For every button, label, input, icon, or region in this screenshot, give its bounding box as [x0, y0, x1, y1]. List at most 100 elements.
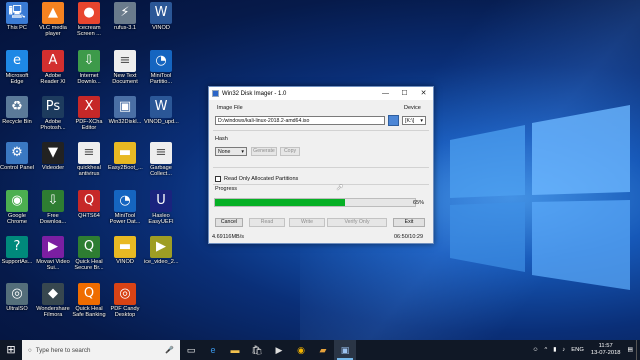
desktop-icon-label: SupportAs...: [1, 259, 33, 265]
image-file-input[interactable]: D:/windows/kali-linux-2018.2-amd64.iso: [215, 116, 385, 125]
desktop-icon[interactable]: Ps Adobe Photosh...: [36, 96, 70, 132]
minimize-icon[interactable]: —: [376, 87, 395, 100]
desktop-icon-label: Win32Diskl...: [108, 119, 142, 125]
store-icon[interactable]: 🛍: [246, 340, 268, 360]
network-icon[interactable]: ▮: [553, 347, 556, 353]
desktop-icon[interactable]: ▬ Easy2Boot_...: [108, 142, 143, 171]
maximize-icon[interactable]: ☐: [395, 87, 414, 100]
desktop-icon[interactable]: U Hasleo EasyUEFI: [144, 190, 178, 226]
desktop-icon[interactable]: 🖳 This PC: [0, 2, 34, 31]
desktop-icon[interactable]: ◎ UltraISO: [0, 283, 34, 312]
cancel-button[interactable]: Cancel: [215, 218, 243, 227]
time-status: 06:50/10:29: [394, 234, 424, 240]
desktop-icon[interactable]: ▣ Win32Diskl...: [108, 96, 142, 125]
desktop-icon-label: This PC: [7, 25, 27, 31]
desktop-icon[interactable]: ▶ Movavi Video Sui...: [36, 236, 70, 272]
ultraiso-icon: ◎: [6, 283, 28, 305]
desktop-icon[interactable]: ◉ Google Chrome: [0, 190, 34, 226]
desktop-icon-label: UltraISO: [6, 306, 28, 312]
language-indicator[interactable]: ENG: [571, 347, 584, 353]
separator: [213, 130, 429, 131]
hash-select[interactable]: None ▾: [215, 147, 247, 156]
edge-icon: e: [6, 50, 28, 72]
desktop-icon[interactable]: ? SupportAs...: [0, 236, 34, 265]
show-desktop-button[interactable]: [636, 340, 640, 360]
speed-status: 4.69116MB/s: [212, 234, 245, 240]
disk-imager-taskbar-icon[interactable]: ▣: [334, 340, 356, 360]
desktop-icon[interactable]: ⚡ rufus-3.1: [108, 2, 142, 31]
desktop-icon-label: Adobe Photosh...: [40, 119, 66, 132]
title-bar[interactable]: Win32 Disk Imager - 1.0 — ☐ ✕: [209, 87, 433, 100]
desktop-icon-label: Internet Downlo...: [77, 73, 101, 86]
media-player-icon[interactable]: ▶: [268, 340, 290, 360]
disk-imager-icon: ▣: [114, 96, 136, 118]
win32-disk-imager-window: Win32 Disk Imager - 1.0 — ☐ ✕ Image File…: [208, 86, 434, 244]
control-panel-icon: ⚙: [6, 142, 28, 164]
folder-icon: ▬: [114, 236, 136, 258]
desktop-icon-label: Videoder: [41, 165, 65, 171]
text-file-icon: ≡: [114, 50, 136, 72]
chevron-down-icon: ▾: [420, 118, 423, 124]
desktop-icon-label: Wondershare Filmora: [36, 306, 70, 319]
volume-icon[interactable]: ♪: [562, 347, 565, 353]
desktop-icon[interactable]: ≡ quickheal antivirus: [72, 142, 106, 178]
desktop-icon-label: Quick Heal Secure Br...: [74, 259, 104, 272]
desktop-icon[interactable]: ◔ MiniTool Partitio...: [144, 50, 178, 86]
device-select[interactable]: [K:\] ▾: [402, 116, 426, 125]
desktop-icon[interactable]: Q Quick Heal Safe Banking: [72, 283, 106, 319]
desktop-icon[interactable]: ⚙ Control Panel: [0, 142, 34, 171]
generate-button[interactable]: Generate: [251, 147, 277, 156]
desktop-icon[interactable]: ≡ Garbage Collect...: [144, 142, 178, 178]
desktop-icon[interactable]: Q QHTS64: [72, 190, 106, 219]
desktop-icon[interactable]: ◎ PDF Candy Desktop: [108, 283, 142, 319]
desktop-icon[interactable]: ⇩ Free Downloa...: [36, 190, 70, 226]
clock[interactable]: 11:57 13-07-2018: [591, 343, 621, 357]
document-icon: W: [150, 2, 172, 24]
notifications-icon[interactable]: ▤: [628, 347, 633, 353]
search-box[interactable]: ○ Type here to search 🎤: [22, 340, 180, 360]
app-taskbar-icon[interactable]: ▰: [312, 340, 334, 360]
microphone-icon[interactable]: 🎤: [165, 346, 174, 354]
desktop-icon[interactable]: ▬ VINOD: [108, 236, 142, 265]
desktop-icon[interactable]: ≡ New Text Document: [108, 50, 142, 86]
read-only-checkbox[interactable]: [215, 176, 221, 182]
close-icon[interactable]: ✕: [414, 87, 433, 100]
desktop-icon[interactable]: ▲ VLC media player: [36, 2, 70, 38]
desktop-icon[interactable]: W VINOD: [144, 2, 178, 31]
desktop-icon[interactable]: e Microsoft Edge: [0, 50, 34, 86]
desktop-icon[interactable]: Q Quick Heal Secure Br...: [72, 236, 106, 272]
write-button[interactable]: Write: [289, 218, 325, 227]
chevron-up-icon[interactable]: ^: [544, 347, 547, 353]
separator: [213, 184, 429, 185]
start-button[interactable]: ⊞: [0, 340, 22, 360]
desktop-icon[interactable]: W VINOD_upd...: [144, 96, 179, 125]
people-icon[interactable]: ☺: [533, 347, 539, 353]
exit-button[interactable]: Exit: [393, 218, 425, 227]
read-button[interactable]: Read: [249, 218, 285, 227]
desktop-icon[interactable]: ◆ Wondershare Filmora: [36, 283, 70, 319]
copy-button[interactable]: Copy: [280, 147, 300, 156]
edge-taskbar-icon[interactable]: e: [202, 340, 224, 360]
chrome-taskbar-icon[interactable]: ◉: [290, 340, 312, 360]
verify-only-button[interactable]: Verify Only: [327, 218, 387, 227]
desktop-icon[interactable]: ⇩ Internet Downlo...: [72, 50, 106, 86]
system-tray: ☺ ^ ▮ ♪ ENG 11:57 13-07-2018 ▤: [530, 340, 640, 360]
usb-icon: ⚡: [114, 2, 136, 24]
desktop-icon-label: Hasleo EasyUEFI: [148, 213, 174, 226]
task-view-icon[interactable]: ▭: [180, 340, 202, 360]
desktop-icon[interactable]: ♻ Recycle Bin: [0, 96, 34, 125]
support-icon: ?: [6, 236, 28, 258]
desktop-icon-label: rufus-3.1: [113, 25, 137, 31]
movavi-icon: ▶: [42, 236, 64, 258]
desktop-icon[interactable]: X PDF-XCha Editor: [72, 96, 106, 132]
desktop-icon[interactable]: ▼ Videoder: [36, 142, 70, 171]
desktop-icon[interactable]: ▶ ice_video_2...: [144, 236, 179, 265]
desktop-icon[interactable]: A Adobe Reader XI: [36, 50, 70, 86]
desktop-icon[interactable]: ◔ MiniTool Power Dat...: [108, 190, 142, 226]
document-icon: W: [150, 96, 172, 118]
desktop-icon[interactable]: ● Icecream Screen ...: [72, 2, 106, 38]
video-file-icon: ▶: [150, 236, 172, 258]
browse-folder-icon[interactable]: [388, 115, 399, 126]
acrobat-icon: A: [42, 50, 64, 72]
file-explorer-icon[interactable]: ▬: [224, 340, 246, 360]
